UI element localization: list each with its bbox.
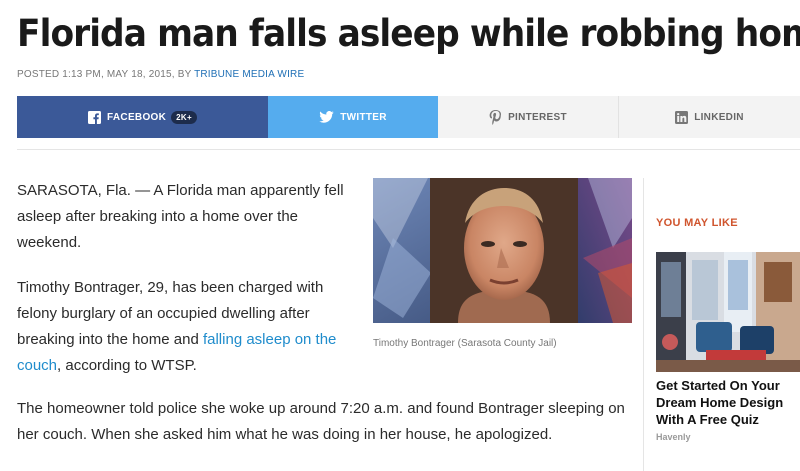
article-paragraph: Timothy Bontrager, 29, has been charged … (17, 275, 357, 379)
promo-title-link[interactable]: Get Started On Your Dream Home Design Wi… (656, 377, 796, 428)
pinterest-share-button[interactable]: PINTEREST (438, 96, 619, 138)
share-count-badge: 2K+ (171, 110, 197, 124)
twitter-share-button[interactable]: TWITTER (268, 96, 438, 138)
promo-source: Havenly (656, 432, 691, 442)
pinterest-share-label: PINTEREST (508, 111, 567, 123)
article-byline: POSTED 1:13 PM, MAY 18, 2015, BY TRIBUNE… (17, 69, 304, 80)
byline-date: POSTED 1:13 PM, MAY 18, 2015, BY (17, 69, 195, 80)
share-bar: FACEBOOK 2K+ TWITTER PINTEREST LINKEDIN (17, 96, 800, 138)
byline-author-link[interactable]: TRIBUNE MEDIA WIRE (194, 69, 304, 80)
divider (17, 149, 800, 150)
mugshot-photo (373, 178, 632, 323)
pinterest-icon (489, 109, 502, 125)
twitter-share-label: TWITTER (340, 111, 387, 123)
linkedin-share-label: LINKEDIN (694, 111, 744, 123)
facebook-share-label: FACEBOOK (107, 111, 167, 123)
you-may-like-heading: YOU MAY LIKE (656, 217, 738, 229)
paragraph-text: , according to WTSP. (57, 357, 197, 374)
article-paragraph: The homeowner told police she woke up ar… (17, 400, 625, 443)
linkedin-share-button[interactable]: LINKEDIN (619, 96, 800, 138)
article-paragraph: SARASOTA, Fla. — A Florida man apparentl… (17, 182, 344, 251)
twitter-icon (319, 111, 334, 123)
facebook-icon (88, 110, 102, 124)
linkedin-icon (675, 110, 689, 124)
photo-caption: Timothy Bontrager (Sarasota County Jail) (373, 338, 557, 349)
article-headline: Florida man falls asleep while robbing h… (17, 12, 800, 55)
promo-image[interactable] (656, 252, 800, 372)
facebook-share-button[interactable]: FACEBOOK 2K+ (17, 96, 268, 138)
sidebar-divider (643, 178, 644, 471)
